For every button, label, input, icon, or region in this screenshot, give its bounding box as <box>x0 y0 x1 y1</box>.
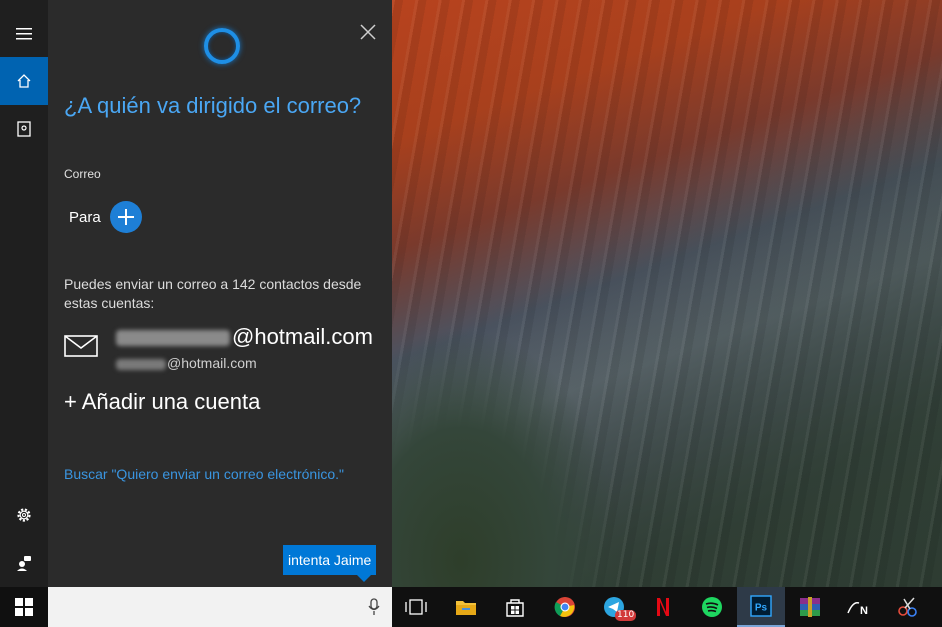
account-email[interactable]: @hotmail.com <box>116 324 373 350</box>
section-label-correo: Correo <box>64 167 101 181</box>
microphone-icon <box>368 598 380 615</box>
telegram-button[interactable]: 110 <box>590 587 638 627</box>
start-button[interactable] <box>0 587 48 627</box>
winrar-icon <box>800 597 820 617</box>
home-icon <box>17 74 31 88</box>
task-view-button[interactable] <box>392 587 440 627</box>
redacted-username <box>116 358 166 370</box>
spotify-icon <box>702 597 722 617</box>
photoshop-button[interactable]: Ps <box>737 587 785 627</box>
n-app-icon: N <box>847 601 868 615</box>
gear-icon <box>17 508 31 522</box>
wallpaper-forest <box>392 327 622 587</box>
winrar-button[interactable] <box>786 587 834 627</box>
file-explorer-button[interactable] <box>442 587 490 627</box>
hint-tooltip: intenta Jaime <box>283 545 377 582</box>
notification-badge: 110 <box>615 610 637 621</box>
feedback-icon <box>17 556 31 571</box>
contacts-info-text: Puedes enviar un correo a 142 contactos … <box>64 276 362 311</box>
to-label: Para <box>69 209 101 226</box>
feedback-button[interactable] <box>0 539 48 587</box>
cortana-rail <box>0 0 48 587</box>
store-button[interactable] <box>491 587 539 627</box>
spotify-button[interactable] <box>688 587 736 627</box>
search-web-link[interactable]: Buscar "Quiero enviar un correo electrón… <box>64 466 344 482</box>
chrome-icon <box>554 597 575 617</box>
account-email-secondary: @hotmail.com <box>116 355 257 371</box>
netflix-icon <box>657 598 669 616</box>
prompt-question: ¿A quién va dirigido el correo? <box>64 93 362 118</box>
settings-button[interactable] <box>0 491 48 539</box>
close-button[interactable] <box>358 22 378 42</box>
plus-icon <box>118 209 134 225</box>
mail-icon <box>64 335 98 357</box>
n-app-button[interactable]: N <box>835 587 883 627</box>
svg-text:Ps: Ps <box>755 603 768 614</box>
svg-text:N: N <box>860 605 868 615</box>
store-bag-icon <box>506 599 524 617</box>
account-domain: @hotmail.com <box>232 324 373 349</box>
scissors-icon <box>898 597 917 617</box>
account-sub-domain: @hotmail.com <box>167 355 257 371</box>
hamburger-icon <box>16 28 32 40</box>
redacted-username <box>116 330 230 347</box>
notebook-icon <box>17 121 31 137</box>
cortana-panel: ¿A quién va dirigido el correo? Correo P… <box>48 0 392 587</box>
cortana-logo-icon <box>204 28 240 64</box>
task-view-icon <box>405 599 427 615</box>
windows-logo-icon <box>15 598 33 616</box>
home-button[interactable] <box>0 57 48 105</box>
photoshop-icon: Ps <box>750 595 772 617</box>
cortana-search-input[interactable] <box>48 587 392 627</box>
close-icon <box>360 24 376 40</box>
microphone-button[interactable] <box>368 598 380 621</box>
taskbar: 110 Ps N <box>0 587 942 627</box>
folder-icon <box>456 601 476 615</box>
snipping-tool-button[interactable] <box>884 587 932 627</box>
mail-account-selector[interactable] <box>64 335 98 362</box>
desktop-wallpaper <box>392 0 942 587</box>
notebook-button[interactable] <box>0 105 48 153</box>
netflix-button[interactable] <box>639 587 687 627</box>
add-account-link[interactable]: + Añadir una cuenta <box>64 389 260 415</box>
chrome-button[interactable] <box>541 587 589 627</box>
hamburger-menu-button[interactable] <box>0 10 48 58</box>
add-recipient-button[interactable] <box>110 201 142 233</box>
